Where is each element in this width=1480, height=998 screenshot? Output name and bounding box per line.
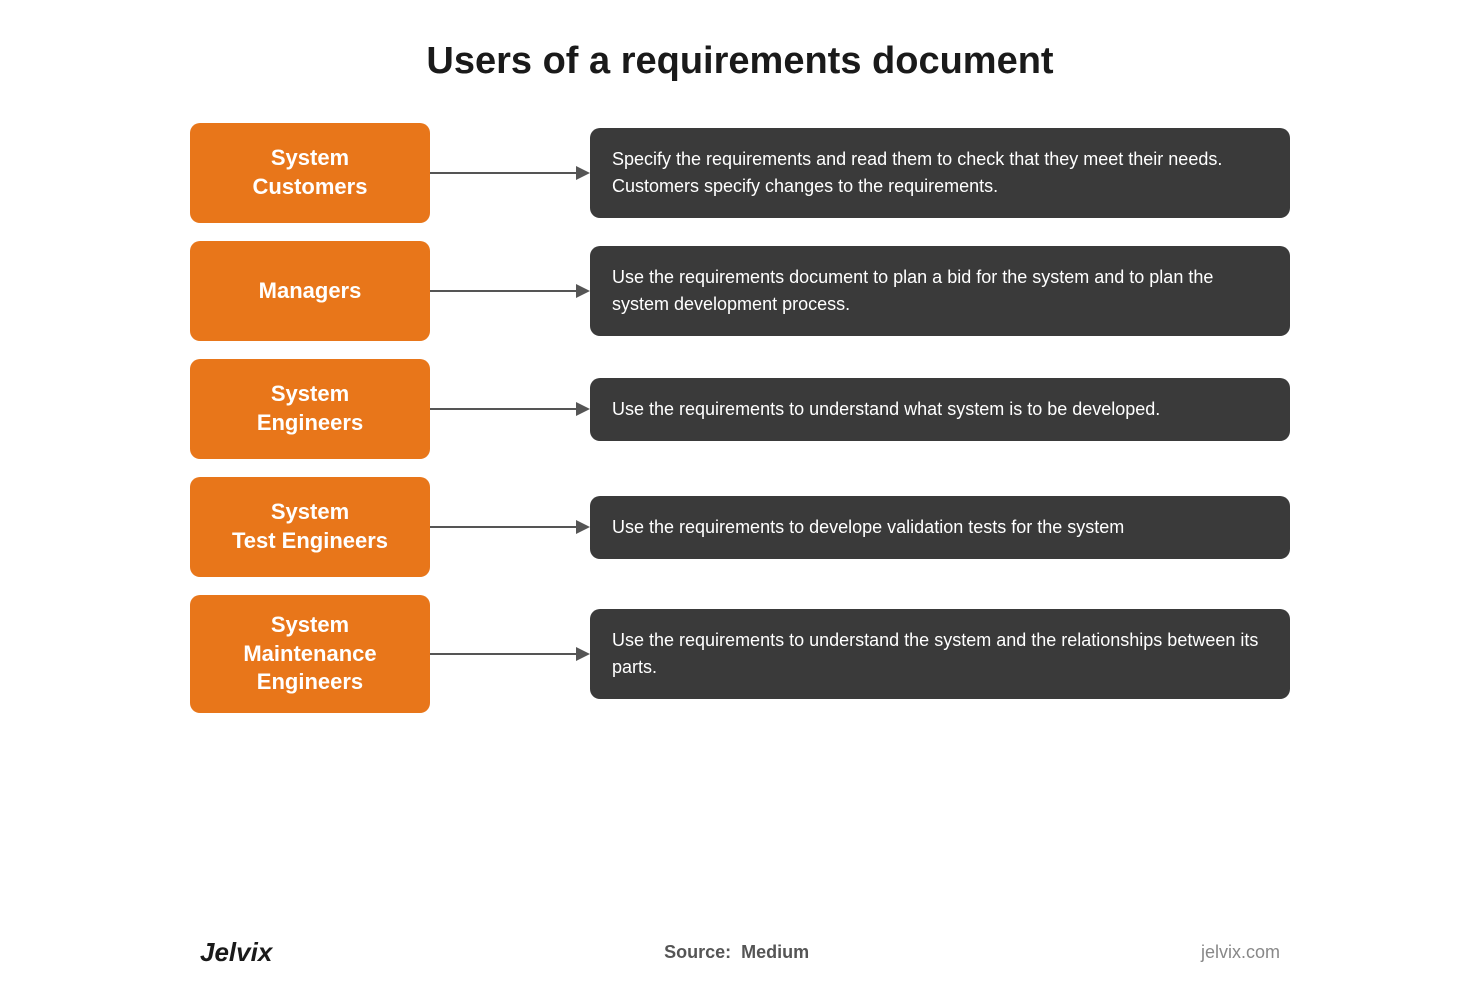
description-managers: Use the requirements document to plan a … bbox=[590, 246, 1290, 336]
footer: Jelvix Source: Medium jelvix.com bbox=[190, 937, 1290, 968]
row-system-customers: SystemCustomers Specify the requirements … bbox=[190, 123, 1290, 223]
arrow-system-engineers bbox=[430, 402, 590, 416]
description-system-test-engineers: Use the requirements to develope validat… bbox=[590, 496, 1290, 559]
arrowhead-icon bbox=[576, 166, 590, 180]
row-managers: Managers Use the requirements document to… bbox=[190, 241, 1290, 341]
arrow-line bbox=[430, 526, 576, 528]
arrow-managers bbox=[430, 284, 590, 298]
description-system-maintenance-engineers: Use the requirements to understand the s… bbox=[590, 609, 1290, 699]
row-system-maintenance-engineers: SystemMaintenanceEngineers Use the requir… bbox=[190, 595, 1290, 713]
arrow-line bbox=[430, 408, 576, 410]
arrow-shaft bbox=[430, 284, 590, 298]
footer-source: Source: Medium bbox=[664, 942, 809, 963]
description-system-customers: Specify the requirements and read them t… bbox=[590, 128, 1290, 218]
arrow-system-maintenance-engineers bbox=[430, 647, 590, 661]
page-title: Users of a requirements document bbox=[426, 40, 1053, 83]
arrowhead-icon bbox=[576, 402, 590, 416]
arrowhead-icon bbox=[576, 284, 590, 298]
arrow-shaft bbox=[430, 520, 590, 534]
arrow-line bbox=[430, 172, 576, 174]
arrow-line bbox=[430, 653, 576, 655]
label-system-test-engineers: SystemTest Engineers bbox=[190, 477, 430, 577]
arrow-system-customers bbox=[430, 166, 590, 180]
footer-brand-right: jelvix.com bbox=[1201, 942, 1280, 963]
source-label: Source: bbox=[664, 942, 731, 962]
label-system-maintenance-engineers: SystemMaintenanceEngineers bbox=[190, 595, 430, 713]
arrow-shaft bbox=[430, 402, 590, 416]
arrow-shaft bbox=[430, 647, 590, 661]
arrowhead-icon bbox=[576, 520, 590, 534]
label-system-customers: SystemCustomers bbox=[190, 123, 430, 223]
source-value: Medium bbox=[741, 942, 809, 962]
row-system-test-engineers: SystemTest Engineers Use the requirements… bbox=[190, 477, 1290, 577]
label-managers: Managers bbox=[190, 241, 430, 341]
arrow-shaft bbox=[430, 166, 590, 180]
arrow-line bbox=[430, 290, 576, 292]
arrowhead-icon bbox=[576, 647, 590, 661]
arrow-system-test-engineers bbox=[430, 520, 590, 534]
row-system-engineers: SystemEngineers Use the requirements to u… bbox=[190, 359, 1290, 459]
label-system-engineers: SystemEngineers bbox=[190, 359, 430, 459]
description-system-engineers: Use the requirements to understand what … bbox=[590, 378, 1290, 441]
footer-brand-left: Jelvix bbox=[200, 937, 272, 968]
diagram: SystemCustomers Specify the requirements … bbox=[190, 123, 1290, 913]
